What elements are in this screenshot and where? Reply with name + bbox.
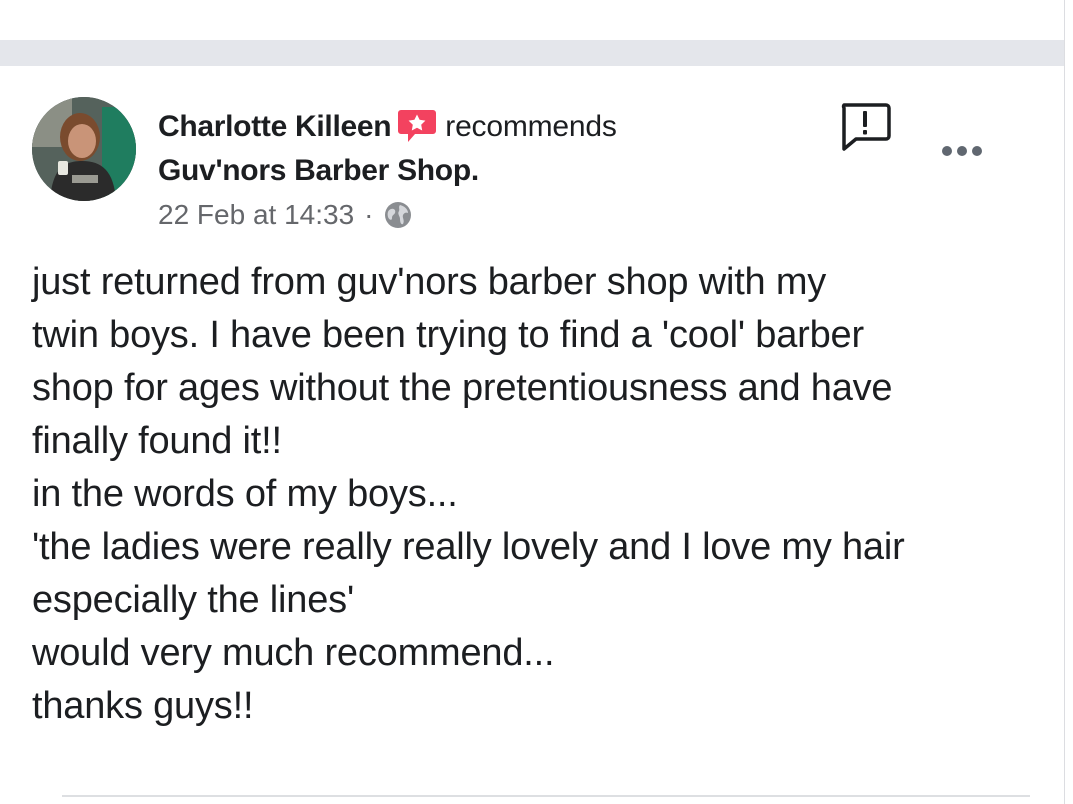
post-text-line: would very much recommend... [32,632,555,674]
top-strip [0,0,1073,40]
globe-icon [383,200,413,230]
post-text-line: shop for ages without the pretentiousnes… [32,367,893,409]
post-text-line: just returned from guv'nors barber shop … [32,261,827,303]
recommend-badge-icon [397,107,437,147]
scrollbar-track [1064,0,1073,804]
post-text-line: in the words of my boys... [32,473,458,515]
page-name-link[interactable]: Guv'nors Barber Shop. [158,150,479,192]
report-icon[interactable] [838,100,892,154]
post-header: Charlotte Killeen recommends [158,106,617,148]
feed-separator-band [0,40,1073,66]
post-text-line: thanks guys!! [32,685,254,727]
post-text-line: finally found it!! [32,420,282,462]
post-text-line: twin boys. I have been trying to find a … [32,314,864,356]
footer-divider [62,795,1030,797]
more-options-icon[interactable] [936,136,988,166]
meta-separator: · [364,199,374,230]
avatar[interactable] [32,97,136,201]
author-name[interactable]: Charlotte Killeen [158,106,392,148]
post-text-line: especially the lines' [32,579,355,621]
post-timestamp[interactable]: 22 Feb at 14:33 [158,195,354,235]
recommends-label: recommends [445,110,617,143]
post-meta: 22 Feb at 14:33 · [158,195,413,235]
post-text-line: 'the ladies were really really lovely an… [32,526,905,568]
post-text: just returned from guv'nors barber shop … [32,256,1022,733]
